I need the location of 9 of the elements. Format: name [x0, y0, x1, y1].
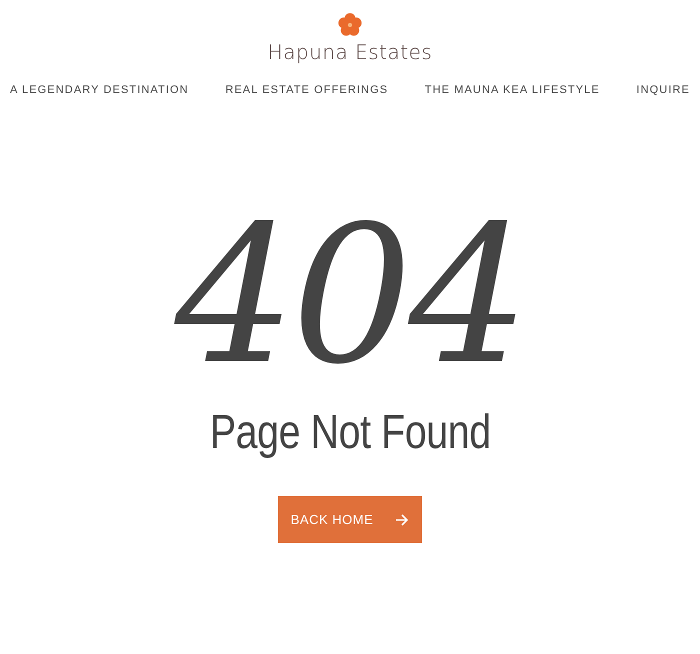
nav-link[interactable]: REAL ESTATE OFFERINGS: [225, 84, 388, 96]
nav-link[interactable]: THE MAUNA KEA LIFESTYLE: [424, 84, 600, 96]
flower-icon: [337, 12, 363, 38]
error-message: Page Not Found: [210, 405, 490, 460]
nav-link[interactable]: INQUIRE: [636, 84, 690, 96]
nav-link[interactable]: A LEGENDARY DESTINATION: [10, 84, 189, 96]
logo-text[interactable]: Hapuna Estates: [268, 40, 432, 64]
error-code: 404: [174, 201, 526, 401]
arrow-right-icon: [395, 514, 410, 526]
